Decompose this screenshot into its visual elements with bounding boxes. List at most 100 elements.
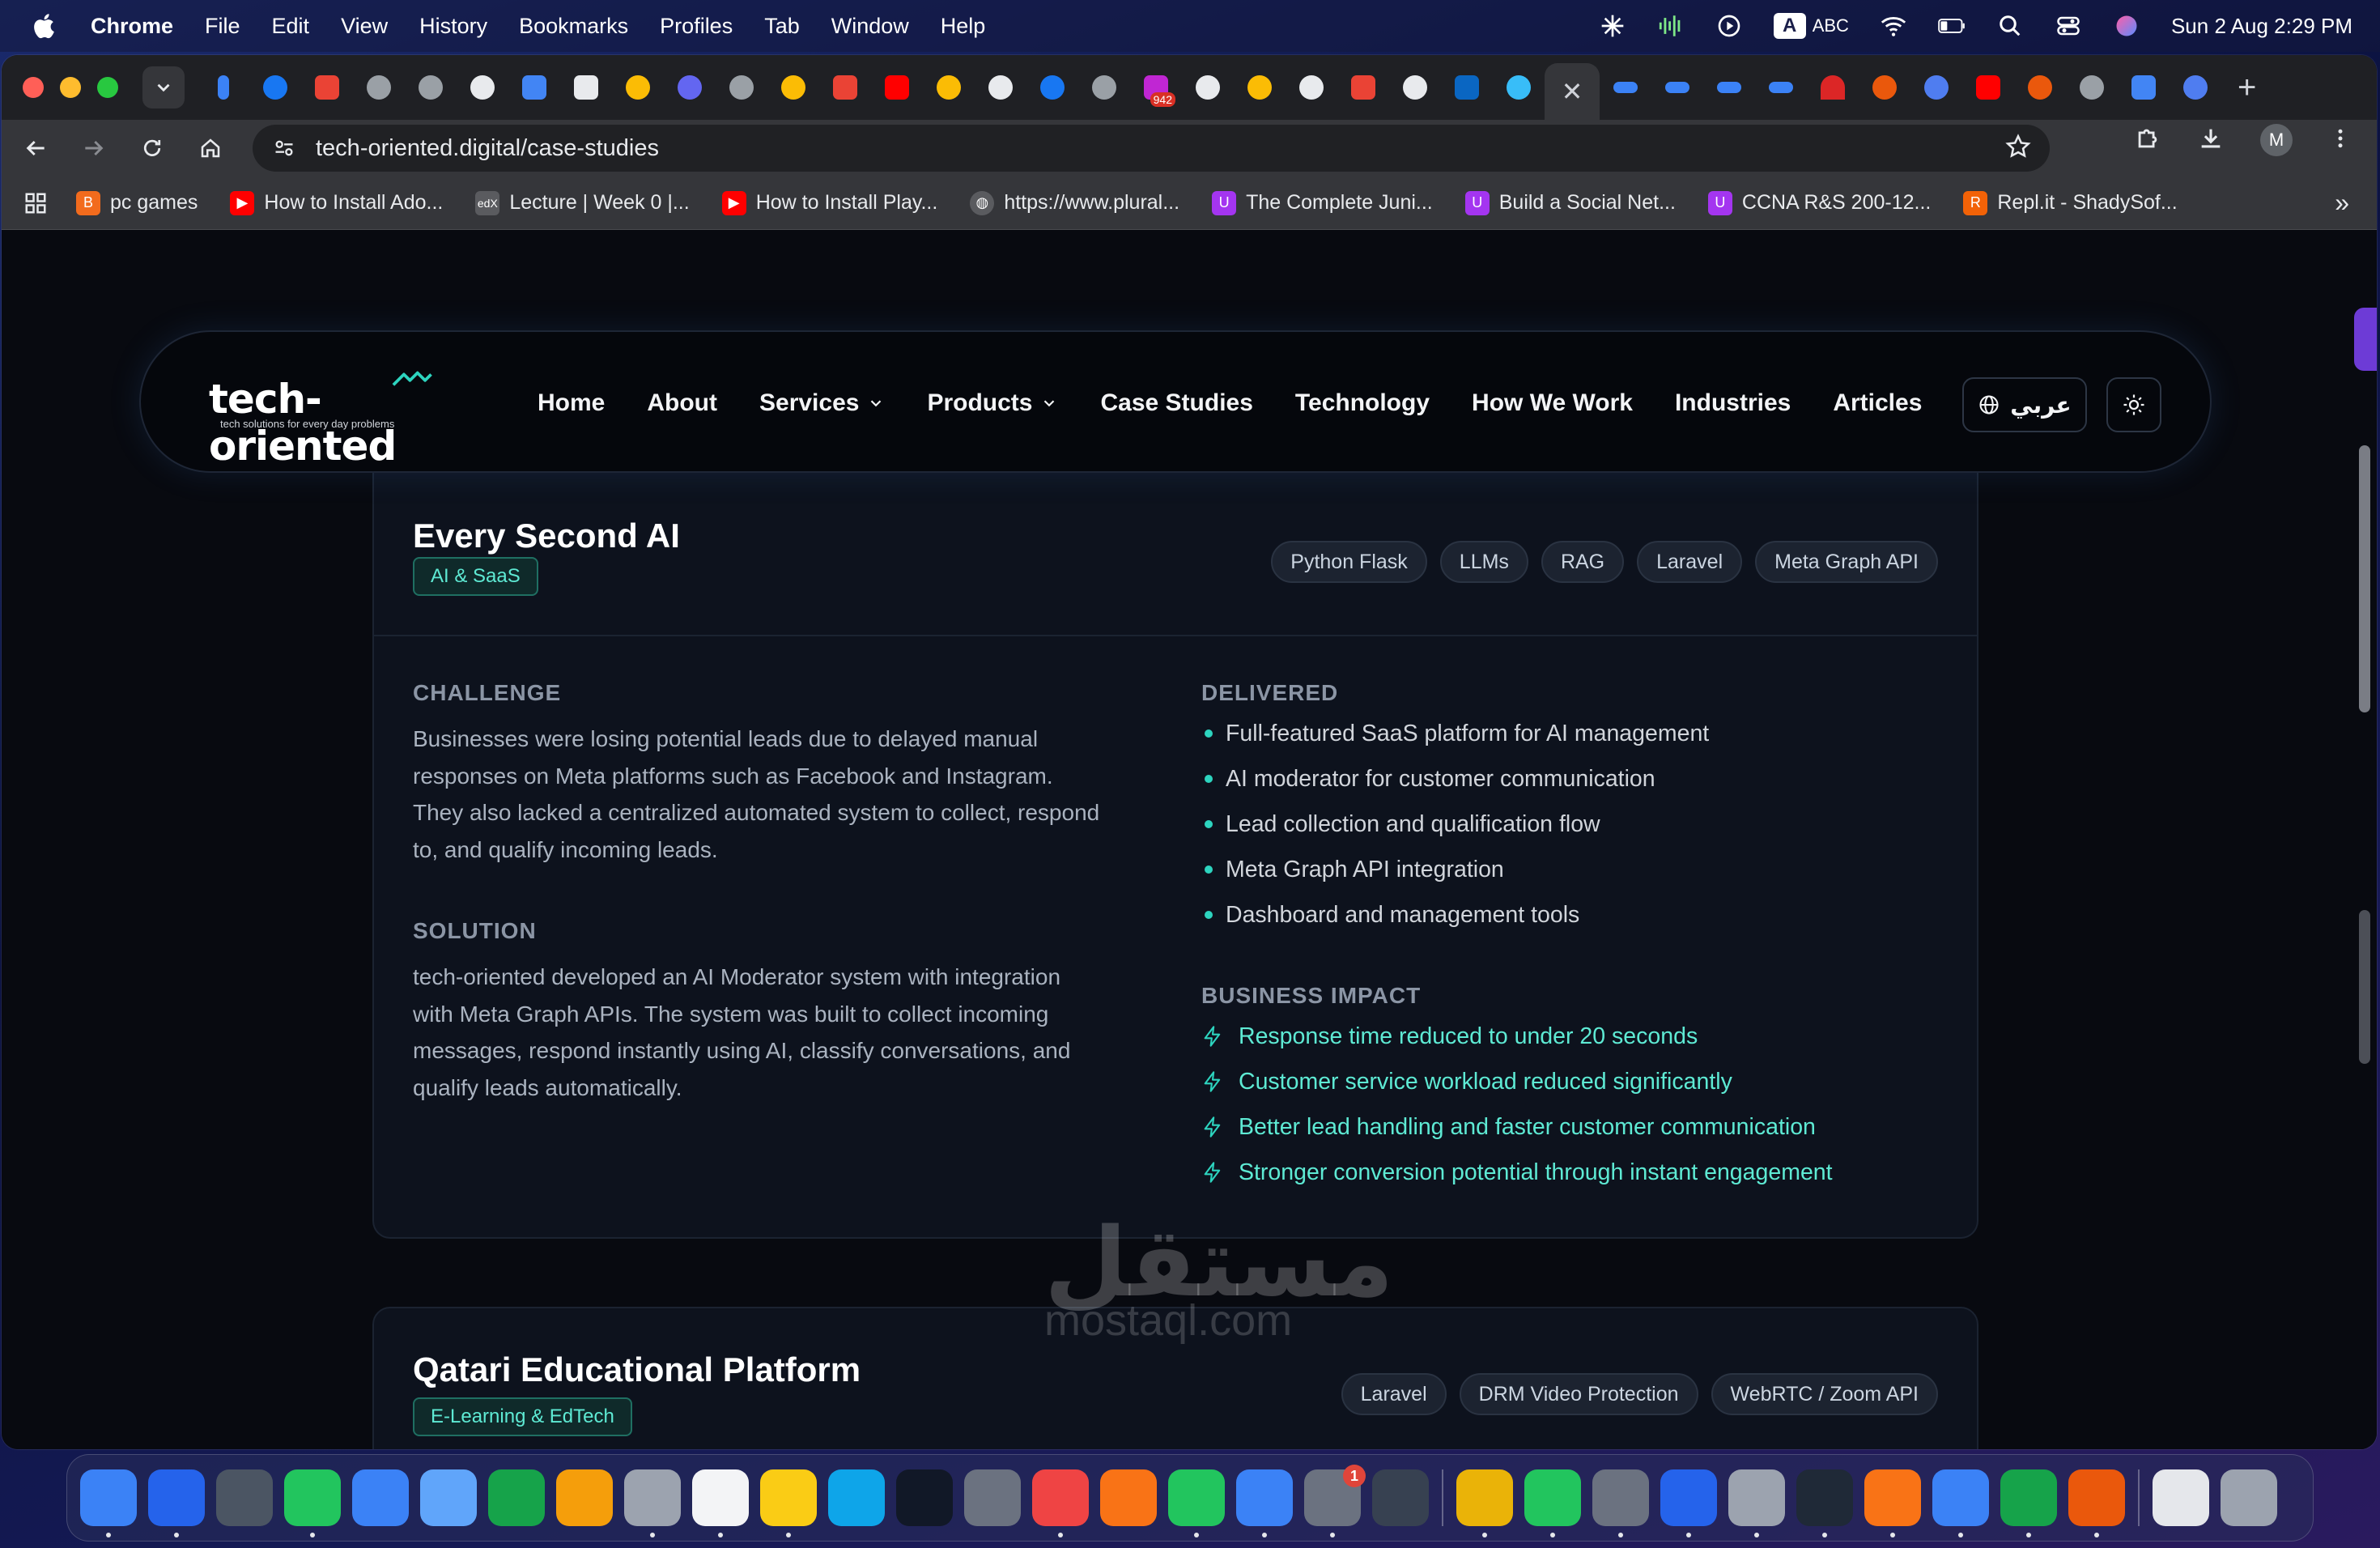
bookmark-item[interactable]: ▶ How to Install Ado... [230, 190, 443, 215]
fullscreen-window-button[interactable] [97, 77, 118, 98]
reload-button[interactable] [128, 124, 176, 172]
audio-waveform-status-icon[interactable] [1657, 12, 1685, 40]
reminders-icon[interactable] [692, 1469, 749, 1537]
play-circle-status-icon[interactable] [1715, 12, 1743, 40]
documents-icon[interactable] [2153, 1469, 2209, 1526]
tab-item[interactable] [716, 65, 767, 110]
tab-item[interactable] [301, 65, 353, 110]
tab-item[interactable] [1234, 65, 1286, 110]
notes-icon[interactable] [760, 1469, 817, 1537]
vscode-icon[interactable] [1660, 1469, 1717, 1537]
url-text[interactable]: tech-oriented.digital/case-studies [316, 135, 659, 162]
siri-icon[interactable] [2113, 12, 2140, 40]
more-bookmarks-button[interactable]: » [2335, 188, 2349, 218]
numbers-icon[interactable] [1168, 1469, 1225, 1537]
tab-item[interactable] [2014, 65, 2066, 110]
music-icon[interactable] [1032, 1469, 1089, 1537]
messages-icon[interactable] [284, 1469, 341, 1537]
back-button[interactable] [11, 124, 60, 172]
profile-avatar[interactable]: M [2260, 124, 2293, 156]
menu-edit[interactable]: Edit [272, 14, 310, 39]
menu-profiles[interactable]: Profiles [660, 14, 733, 39]
mail-icon[interactable] [352, 1469, 409, 1526]
extensions-button[interactable] [2134, 125, 2161, 156]
tab-item[interactable] [1078, 65, 1130, 110]
pages-icon[interactable] [1100, 1469, 1157, 1526]
nav-how-we-work[interactable]: How We Work [1472, 389, 1633, 417]
menu-app-name[interactable]: Chrome [91, 14, 173, 39]
wifi-icon[interactable] [1880, 12, 1907, 40]
menu-view[interactable]: View [341, 14, 388, 39]
claude-icon[interactable] [2068, 1469, 2125, 1537]
tab-item[interactable] [198, 65, 249, 110]
menu-tab[interactable]: Tab [764, 14, 800, 39]
tab-item[interactable]: 942 [1130, 65, 1182, 110]
theme-toggle-button[interactable] [2106, 377, 2161, 432]
bookmark-item[interactable]: U The Complete Juni... [1212, 190, 1433, 215]
page-scrollbar[interactable] [2357, 230, 2370, 1449]
tab-item[interactable] [2066, 65, 2118, 110]
nav-technology[interactable]: Technology [1295, 389, 1430, 417]
screenshot-app-icon[interactable] [1372, 1469, 1429, 1526]
apps-grid-button[interactable] [19, 187, 52, 219]
tab-item[interactable] [923, 65, 975, 110]
tab-item[interactable] [664, 65, 716, 110]
disk-utility-icon[interactable] [1728, 1469, 1785, 1537]
tab-item[interactable] [1493, 65, 1545, 110]
browser-menu-button[interactable] [2328, 126, 2352, 155]
bookmark-item[interactable]: ◍ https://www.plural... [970, 190, 1179, 215]
site-info-button[interactable] [267, 131, 301, 165]
chrome-icon[interactable] [1456, 1469, 1513, 1537]
sparkle-status-icon[interactable] [1599, 12, 1626, 40]
tab-item[interactable] [871, 65, 923, 110]
tab-item[interactable] [1755, 65, 1807, 110]
close-tab-icon[interactable]: ✕ [1562, 76, 1583, 107]
whatsapp-icon[interactable] [1524, 1469, 1581, 1537]
home-button[interactable] [186, 124, 235, 172]
input-source-indicator[interactable]: A ABC [1773, 13, 1849, 39]
address-bar[interactable]: tech-oriented.digital/case-studies [253, 125, 2050, 172]
system-settings-icon[interactable]: 1 [1304, 1465, 1366, 1537]
apple-logo-icon[interactable] [31, 11, 60, 40]
tab-item[interactable] [1600, 65, 1651, 110]
facetime-icon[interactable] [488, 1469, 545, 1526]
bookmark-item[interactable]: U CCNA R&S 200-12... [1707, 190, 1931, 215]
close-window-button[interactable] [23, 77, 44, 98]
tab-item[interactable] [1807, 65, 1859, 110]
tab-item[interactable] [1389, 65, 1441, 110]
bookmark-item[interactable]: R Repl.it - ShadySof... [1963, 190, 2178, 215]
tab-item[interactable] [1026, 65, 1078, 110]
tab-item[interactable] [1441, 65, 1493, 110]
minimize-window-button[interactable] [60, 77, 81, 98]
control-center-icon[interactable] [2055, 12, 2082, 40]
tab-item[interactable] [1651, 65, 1703, 110]
tab-item[interactable] [767, 65, 819, 110]
menu-bookmarks[interactable]: Bookmarks [519, 14, 628, 39]
bookmark-item[interactable]: U Build a Social Net... [1464, 190, 1676, 215]
scrollbar-thumb-secondary[interactable] [2359, 910, 2370, 1064]
maps-icon[interactable] [420, 1469, 477, 1526]
scrollbar-thumb[interactable] [2359, 445, 2370, 712]
bookmark-star-button[interactable] [2004, 133, 2032, 164]
tab-search-button[interactable] [142, 66, 185, 108]
nav-about[interactable]: About [647, 389, 717, 417]
finder-icon[interactable] [80, 1469, 137, 1537]
new-tab-button[interactable]: + [2238, 70, 2256, 106]
bookmark-item[interactable]: ▶ How to Install Play... [721, 190, 937, 215]
tab-item[interactable] [249, 65, 301, 110]
menu-help[interactable]: Help [941, 14, 986, 39]
menu-window[interactable]: Window [831, 14, 909, 39]
battery-icon[interactable] [1938, 12, 1966, 40]
tab-item[interactable] [975, 65, 1026, 110]
tab-item[interactable] [508, 65, 560, 110]
contacts-icon[interactable] [624, 1469, 681, 1537]
tab-item[interactable] [819, 65, 871, 110]
trash-icon[interactable] [2221, 1469, 2277, 1526]
tips-icon[interactable] [964, 1469, 1021, 1526]
nav-articles[interactable]: Articles [1833, 389, 1922, 417]
nav-home[interactable]: Home [538, 389, 605, 417]
launchpad-icon[interactable] [216, 1469, 273, 1526]
tab-item[interactable] [1337, 65, 1389, 110]
nav-industries[interactable]: Industries [1675, 389, 1791, 417]
bookmark-item[interactable]: edX Lecture | Week 0 |... [475, 190, 690, 215]
